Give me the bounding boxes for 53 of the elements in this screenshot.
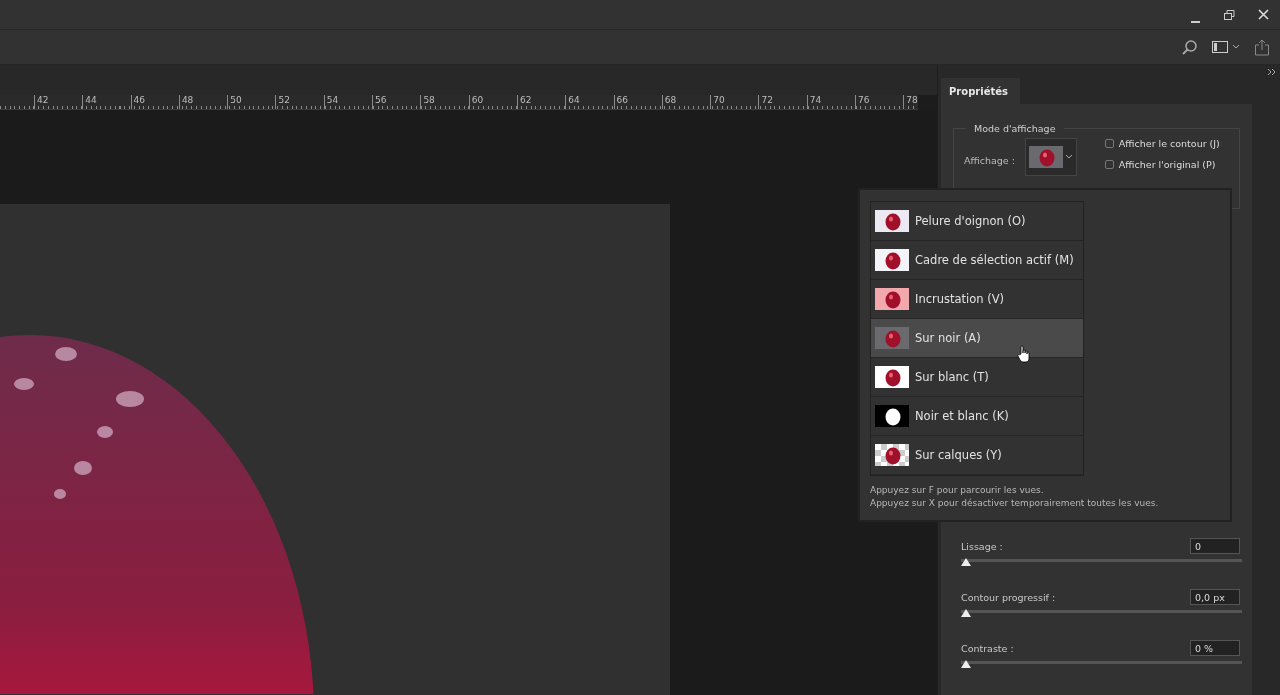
ruler-label: 48 [178,95,228,109]
apple-thumbnail [875,444,909,466]
caret-icon [1064,154,1073,160]
apple-thumbnail [875,366,909,388]
ruler-label: 60 [468,95,517,109]
apple-thumbnail [875,249,909,271]
properties-tab[interactable]: Propriétés [941,78,1020,104]
slider-label: Contraste : [961,642,1014,654]
slider-label: Lissage : [961,540,1003,552]
ruler-label: 64 [565,95,614,109]
group-legend: Mode d'affichage [966,123,1064,134]
value-field[interactable]: 0,0 px [1190,589,1240,605]
view-dropdown[interactable] [1024,138,1077,176]
ruler-label: 66 [613,95,662,109]
ruler-label: 54 [323,95,373,109]
hand-cursor-icon [1017,345,1031,363]
hint-text: Appuyez sur X pour désactiver temporairement toutes les vues. [870,498,1160,508]
apple-thumbnail [875,210,909,232]
value-field[interactable]: 0 [1190,538,1240,554]
slider-label: Contour progressif : [961,591,1056,603]
checkbox-option[interactable]: Afficher l'original (P) [1104,159,1220,170]
checkbox-option[interactable]: Afficher le contour (J) [1104,138,1220,149]
ruler-label: 46 [130,95,179,109]
ruler-label: 72 [758,95,807,109]
ruler-label: 42 [34,95,83,109]
ruler-label: 74 [806,95,856,109]
apple-thumbnail [1028,146,1063,168]
slider-thumb[interactable] [961,609,971,617]
collapse-icon[interactable] [1268,68,1276,75]
ruler-label: 50 [227,95,276,109]
display-label: Affichage : [964,155,1015,166]
ruler-label: 70 [710,95,759,109]
ruler-label: 68 [661,95,711,109]
apple-thumbnail [875,327,909,349]
slider-thumb[interactable] [961,660,971,668]
ruler-label: 62 [516,95,566,109]
workspace-button[interactable] [1210,39,1242,55]
minimize-icon [1190,20,1200,23]
view-menu-item[interactable]: Sur noir (A) [871,319,1083,358]
ruler-label: 52 [275,95,324,109]
ruler-label: 76 [855,95,904,109]
hint-text: Appuyez sur F pour parcourir les vues. [870,485,1045,495]
ruler-label: 44 [82,95,131,109]
apple-thumbnail [875,405,909,427]
caret-icon [1232,44,1240,50]
ruler-label: 58 [420,95,469,109]
restore-icon [1223,9,1235,20]
value-field[interactable]: 0 % [1190,640,1240,656]
ruler-label: 56 [372,95,421,109]
close-icon [1257,9,1269,20]
slider-thumb[interactable] [961,558,971,566]
apple-thumbnail [875,288,909,310]
search-icon[interactable] [1180,37,1200,57]
